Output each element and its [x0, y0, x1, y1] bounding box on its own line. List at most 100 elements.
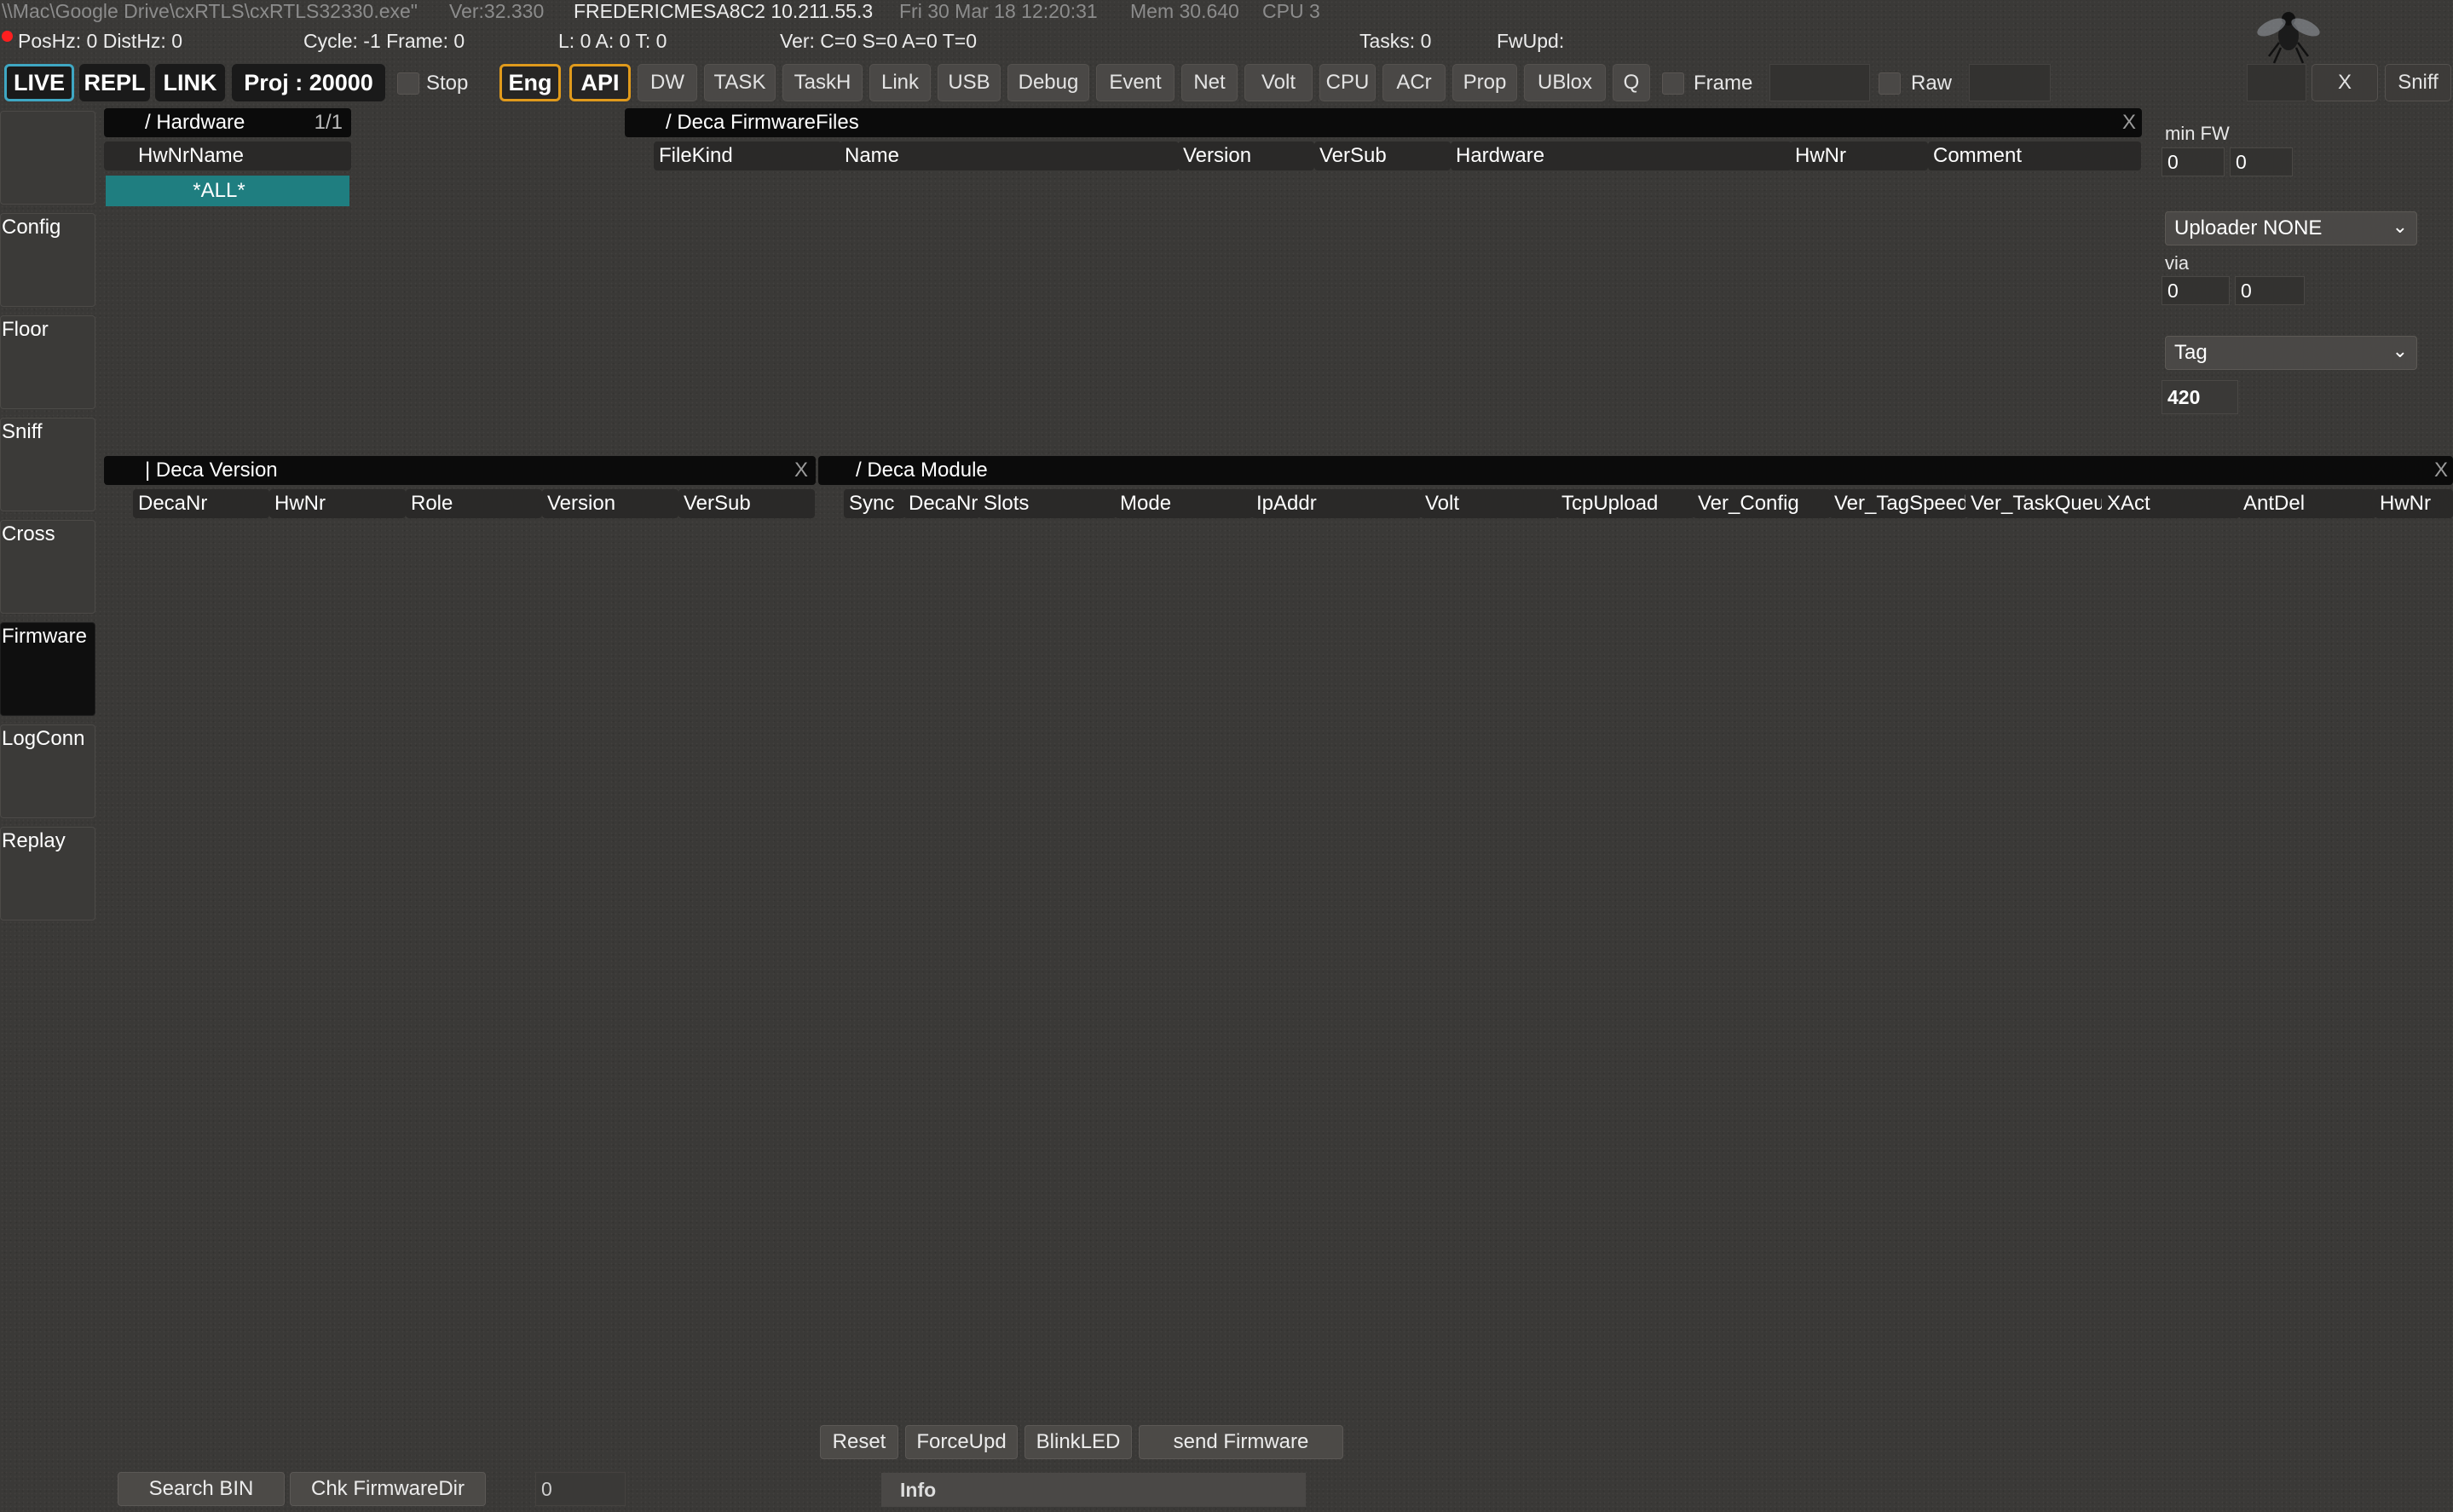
sidebar-item-label: Sniff: [2, 420, 43, 443]
toolbar-button-taskh[interactable]: TaskH: [782, 64, 863, 101]
live-mode-button[interactable]: LIVE: [4, 64, 74, 101]
close-button[interactable]: X: [2312, 64, 2378, 101]
sidebar-item-firmware[interactable]: Firmware: [0, 622, 95, 716]
stop-label: Stop: [426, 72, 469, 95]
reset-button[interactable]: Reset: [820, 1425, 898, 1459]
hardware-row-all[interactable]: *ALL*: [106, 176, 349, 206]
toolbar-button-debug[interactable]: Debug: [1007, 64, 1089, 101]
uploader-select-value: Uploader NONE: [2174, 216, 2323, 239]
hardware-column-headers: HwNr Name: [104, 141, 351, 170]
toolbar-button-q[interactable]: Q: [1613, 64, 1650, 101]
column-header-mode[interactable]: Mode: [1115, 489, 1253, 518]
column-header-ver-config[interactable]: Ver_Config: [1693, 489, 1831, 518]
column-header-versub[interactable]: VerSub: [678, 489, 815, 518]
tag-select[interactable]: Tag ⌄: [2165, 336, 2417, 370]
firmware-panel-close-icon[interactable]: X: [2122, 111, 2136, 135]
column-header-name[interactable]: Name: [840, 141, 1179, 170]
via-input-a[interactable]: 0: [2162, 276, 2230, 305]
version-counts: Ver: C=0 S=0 A=0 T=0: [780, 30, 978, 52]
toolbar-button-prop[interactable]: Prop: [1452, 64, 1517, 101]
frame-checkbox[interactable]: [1662, 72, 1684, 95]
version-panel-close-icon[interactable]: X: [794, 459, 808, 482]
link-mode-button[interactable]: LINK: [155, 64, 225, 101]
toolbar-button-volt[interactable]: Volt: [1244, 64, 1313, 101]
sidebar-item-main[interactable]: [0, 111, 95, 205]
sidebar-item-label: Replay: [2, 829, 66, 852]
column-header-xact[interactable]: XAct: [2102, 489, 2240, 518]
toolbar-button-dw[interactable]: DW: [638, 64, 697, 101]
search-bin-button[interactable]: Search BIN: [118, 1472, 285, 1506]
chevron-down-icon: ⌄: [2392, 340, 2408, 361]
sidebar-item-logconn[interactable]: LogConn: [0, 724, 95, 818]
firmware-panel-title[interactable]: / Deca FirmwareFiles: [625, 108, 2142, 137]
column-header-hwnr[interactable]: HwNr: [2375, 489, 2453, 518]
column-header-ver-tagspeed[interactable]: Ver_TagSpeed: [1829, 489, 1967, 518]
exe-path: \\Mac\Google Drive\cxRTLS\cxRTLS32330.ex…: [2, 0, 418, 22]
version-panel-title[interactable]: | Deca Version: [104, 456, 816, 485]
column-header-hwnr[interactable]: HwNr: [1790, 141, 1928, 170]
column-header-versub[interactable]: VerSub: [1314, 141, 1451, 170]
sidebar-item-label: [1, 112, 2, 113]
uploader-select[interactable]: Uploader NONE ⌄: [2165, 211, 2417, 245]
frame-input[interactable]: [1769, 64, 1870, 101]
check-firmware-dir-button[interactable]: Chk FirmwareDir: [290, 1472, 486, 1506]
toolbar-button-event[interactable]: Event: [1096, 64, 1175, 101]
min-fw-input-a[interactable]: 0: [2162, 147, 2225, 176]
tag-value-input[interactable]: 420: [2162, 380, 2238, 414]
toolbar-button-usb[interactable]: USB: [938, 64, 1001, 101]
via-input-b[interactable]: 0: [2235, 276, 2305, 305]
sidebar-item-replay[interactable]: Replay: [0, 827, 95, 920]
project-button[interactable]: Proj : 20000: [232, 64, 385, 101]
column-header-version[interactable]: Version: [1178, 141, 1314, 170]
column-header-name[interactable]: Name: [189, 144, 244, 168]
sidebar-item-sniff[interactable]: Sniff: [0, 418, 95, 511]
hardware-panel-title[interactable]: / Hardware 1/1: [104, 108, 351, 137]
min-fw-input-b[interactable]: 0: [2230, 147, 2293, 176]
sidebar-item-cross[interactable]: Cross: [0, 520, 95, 614]
column-header-volt[interactable]: Volt: [1420, 489, 1558, 518]
api-button[interactable]: API: [569, 64, 631, 101]
column-header-tcpupload[interactable]: TcpUpload: [1556, 489, 1694, 518]
column-header-hwnr[interactable]: HwNr: [269, 489, 406, 518]
toolbar-button-net[interactable]: Net: [1181, 64, 1238, 101]
column-header-decanr[interactable]: DecaNr: [133, 489, 269, 518]
column-header-hwnr[interactable]: HwNr: [138, 144, 189, 168]
module-panel-title[interactable]: / Deca Module: [818, 456, 2453, 485]
hardware-page-indicator: 1/1: [314, 111, 343, 134]
send-firmware-button[interactable]: send Firmware: [1139, 1425, 1343, 1459]
via-label: via: [2165, 252, 2190, 274]
date-time: Fri 30 Mar 18 12:20:31: [899, 0, 1098, 22]
pos-hz: PosHz: 0 DistHz: 0: [18, 30, 182, 52]
eng-button[interactable]: Eng: [499, 64, 561, 101]
column-header-decanr[interactable]: DecaNr: [903, 489, 980, 518]
toolbar-button-cpu[interactable]: CPU: [1319, 64, 1376, 101]
column-header-ipaddr[interactable]: IpAddr: [1251, 489, 1422, 518]
fw-upd: FwUpd:: [1497, 30, 1565, 52]
sidebar-item-config[interactable]: Config: [0, 213, 95, 307]
chevron-down-icon: ⌄: [2392, 216, 2408, 237]
toolbar-button-ublox[interactable]: UBlox: [1524, 64, 1606, 101]
stop-checkbox[interactable]: [397, 72, 419, 95]
column-header-role[interactable]: Role: [406, 489, 542, 518]
module-panel-close-icon[interactable]: X: [2434, 459, 2448, 482]
sniff-button[interactable]: Sniff: [2385, 64, 2451, 101]
blink-led-button[interactable]: BlinkLED: [1024, 1425, 1132, 1459]
force-update-button[interactable]: ForceUpd: [905, 1425, 1018, 1459]
toolbar-button-link[interactable]: Link: [869, 64, 931, 101]
toolbar-button-acr[interactable]: ACr: [1382, 64, 1446, 101]
column-header-ver-taskqueue[interactable]: Ver_TaskQueue: [1965, 489, 2107, 518]
file-count-field[interactable]: 0: [535, 1472, 626, 1506]
raw-input[interactable]: [1969, 64, 2051, 101]
toolbar-button-task[interactable]: TASK: [704, 64, 776, 101]
raw-checkbox[interactable]: [1879, 72, 1901, 95]
column-header-filekind[interactable]: FileKind: [654, 141, 841, 170]
column-header-hardware[interactable]: Hardware: [1451, 141, 1792, 170]
column-header-version[interactable]: Version: [542, 489, 678, 518]
column-header-antdel[interactable]: AntDel: [2238, 489, 2376, 518]
replay-mode-button[interactable]: REPL: [79, 64, 150, 101]
sidebar-item-floor[interactable]: Floor: [0, 315, 95, 409]
column-header-sync[interactable]: Sync: [844, 489, 905, 518]
column-header-comment[interactable]: Comment: [1928, 141, 2141, 170]
column-header-slots[interactable]: Slots: [978, 489, 1117, 518]
blank-button[interactable]: [2247, 64, 2306, 101]
